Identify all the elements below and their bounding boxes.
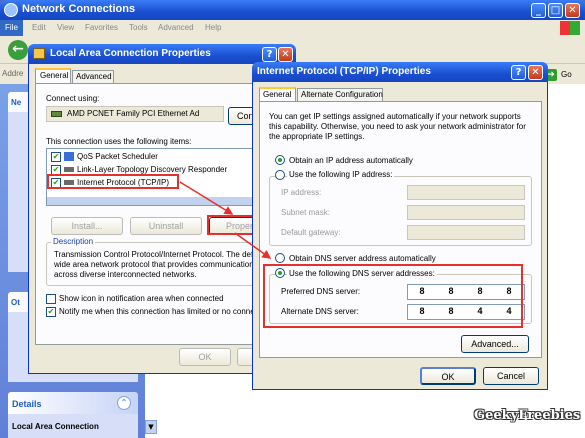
tcp-tab-general-label: General [263,90,292,99]
arrow-to-dns [234,232,272,259]
lac-tab-general-label: General [40,71,69,80]
red-arrows [179,181,272,259]
watermark: GeekyFreebies [474,408,581,423]
arrow-to-properties [179,181,234,215]
